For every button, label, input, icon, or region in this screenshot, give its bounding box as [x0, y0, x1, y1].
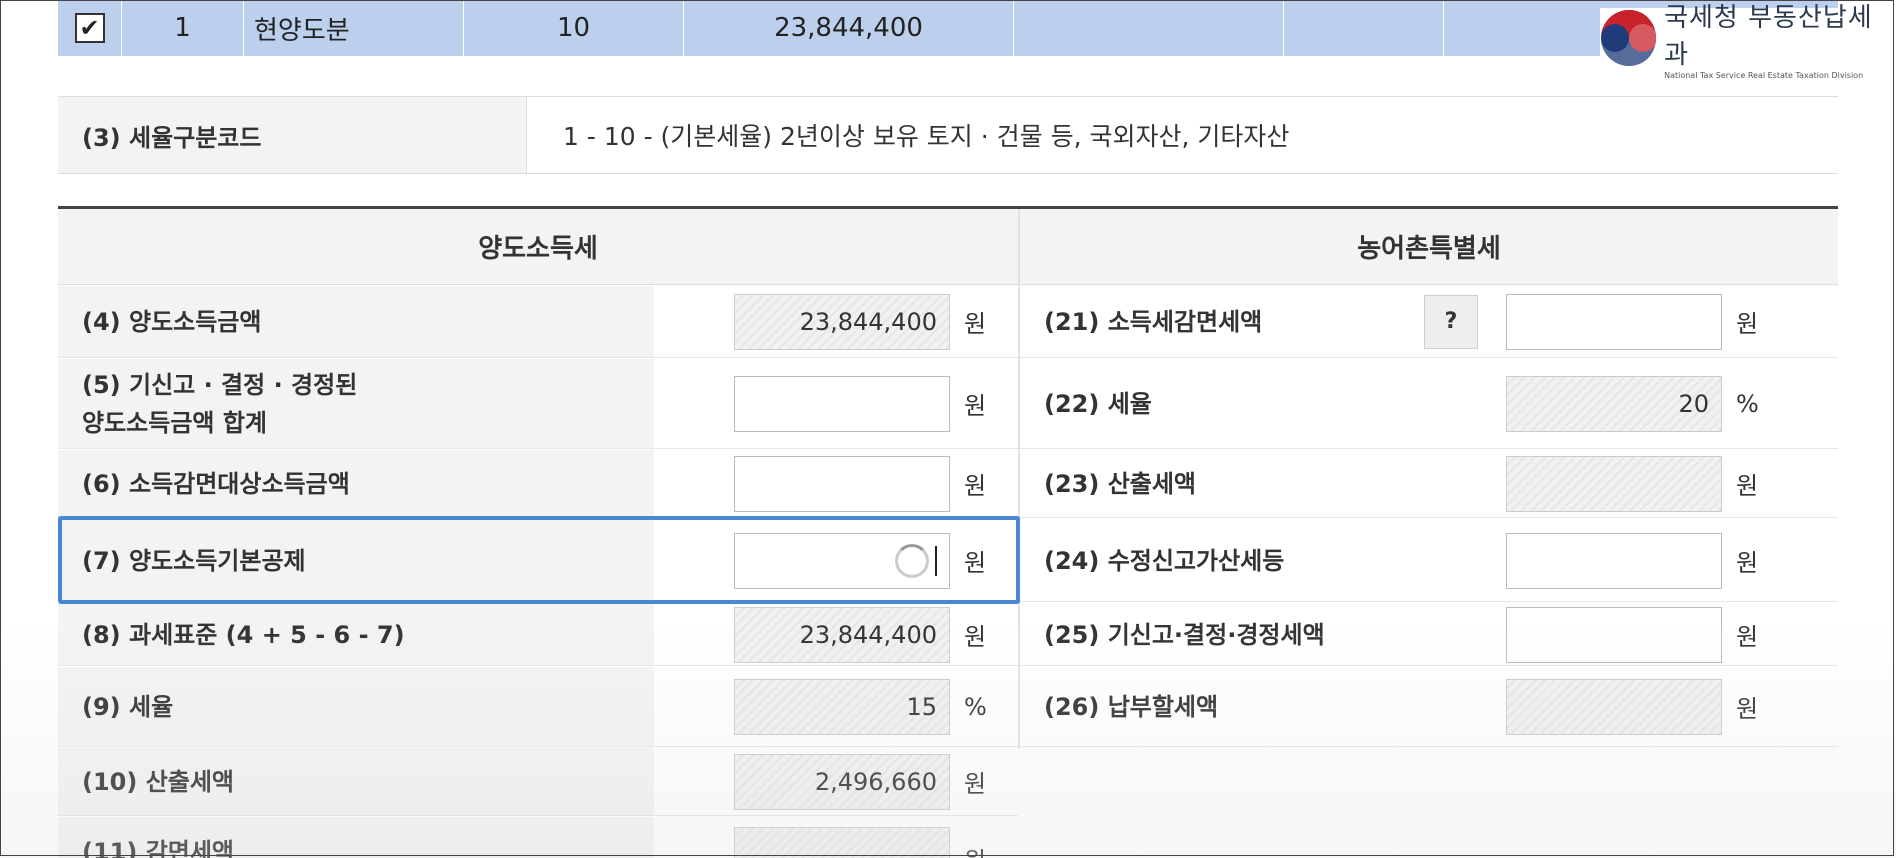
previous-tax-input[interactable]	[1506, 606, 1722, 663]
row-calculated-tax: (10) 산출세액 2,496,660 원	[58, 748, 1018, 816]
row-tax-rate: (9) 세율 15 %	[58, 667, 1018, 747]
help-button[interactable]: ?	[1424, 294, 1478, 349]
focused-row-highlight	[58, 516, 1020, 604]
gain-amount-field: 23,844,400	[734, 293, 950, 350]
row-name: 현양도분	[244, 0, 464, 56]
row-income-tax-reduction: (21) 소득세감면세액 ? 원	[1020, 286, 1838, 358]
field-label: (26) 납부할세액	[1020, 667, 1506, 746]
header-capital-gains-tax: 양도소득세	[58, 209, 1018, 285]
unit-label: %	[964, 692, 987, 721]
field-label: (21) 소득세감면세액	[1020, 286, 1424, 357]
unit-label: 원	[964, 841, 986, 858]
row-rural-tax-rate: (22) 세율 20 %	[1020, 359, 1838, 449]
tax-rate-field: 15	[734, 678, 950, 735]
row-empty-cell	[1014, 0, 1284, 56]
field-label: (22) 세율	[1020, 359, 1506, 448]
field-label: (23) 산출세액	[1020, 450, 1506, 517]
unit-label: 원	[964, 770, 987, 798]
calculated-tax-field: 2,496,660	[734, 753, 950, 810]
field-label: (4) 양도소득금액	[58, 286, 654, 357]
tax-class-value: 1 - 10 - (기본세율) 2년이상 보유 토지 · 건물 등, 국외자산,…	[563, 122, 1290, 151]
field-label: (10) 산출세액	[58, 748, 654, 815]
field-label: (6) 소득감면대상소득금액	[58, 450, 654, 517]
unit-label: 원	[964, 472, 987, 500]
row-gain-amount: (4) 양도소득금액 23,844,400 원	[58, 286, 1018, 358]
field-label: (24) 수정신고가산세등	[1020, 520, 1506, 601]
checkmark-icon: ✔	[79, 14, 100, 42]
previous-gain-total-input[interactable]	[734, 375, 950, 432]
row-amended-penalty: (24) 수정신고가산세등 원	[1020, 520, 1838, 602]
amended-penalty-input[interactable]	[1506, 532, 1722, 589]
tax-class-row: (3) 세율구분코드 1 - 10 - (기본세율) 2년이상 보유 토지 · …	[58, 96, 1838, 174]
reduced-tax-field	[734, 827, 950, 858]
row-checkbox-cell[interactable]: ✔	[58, 0, 122, 56]
row-reduction-target-income: (6) 소득감면대상소득금액 원	[58, 450, 1018, 518]
unit-label: 원	[1736, 472, 1759, 500]
taegeuk-logo-icon	[1600, 9, 1657, 67]
row-rural-calculated-tax: (23) 산출세액 원	[1020, 450, 1838, 518]
row-tax-base: (8) 과세표준 (4 + 5 - 6 - 7) 23,844,400 원	[58, 604, 1018, 666]
unit-label: 원	[1736, 549, 1759, 577]
nts-logo: 국세청 부동산납세과 National Tax Service Real Est…	[1600, 3, 1890, 80]
tax-class-label: (3) 세율구분코드	[58, 97, 527, 173]
field-label: (5) 기신고 · 결정 · 경정된 양도소득금액 합계	[58, 359, 654, 448]
logo-subtitle: National Tax Service Real Estate Taxatio…	[1664, 70, 1864, 80]
selected-table-row[interactable]: ✔ 1 현양도분 10 23,844,400	[58, 0, 1838, 56]
logo-title: 국세청 부동산납세과	[1664, 2, 1873, 70]
unit-label: 원	[964, 392, 987, 420]
unit-label: 원	[1736, 623, 1759, 651]
row-empty-cell	[1284, 0, 1444, 56]
row-previous-gain-total: (5) 기신고 · 결정 · 경정된 양도소득금액 합계 원	[58, 359, 1018, 449]
row-code: 10	[464, 0, 684, 56]
header-rural-special-tax: 농어촌특별세	[1020, 209, 1838, 285]
field-label: (25) 기신고·결정·경정세액	[1020, 604, 1506, 665]
unit-label: 원	[964, 623, 987, 651]
field-label-line1: (5) 기신고 · 결정 · 경정된	[82, 370, 358, 399]
row-tax-payable: (26) 납부할세액 원	[1020, 667, 1838, 747]
tax-base-field: 23,844,400	[734, 606, 950, 663]
field-label: (11) 감면세액	[58, 817, 654, 858]
tax-payable-field	[1506, 678, 1722, 735]
income-tax-reduction-input[interactable]	[1506, 293, 1722, 350]
unit-label: 원	[964, 310, 987, 338]
rural-calculated-tax-field	[1506, 455, 1722, 512]
unit-label: 원	[1736, 310, 1759, 338]
field-label-line2: 양도소득금액 합계	[82, 408, 267, 437]
row-amount: 23,844,400	[684, 0, 1014, 56]
field-label: (9) 세율	[58, 667, 654, 746]
rural-tax-rate-field: 20	[1506, 375, 1722, 432]
row-previous-tax: (25) 기신고·결정·경정세액 원	[1020, 604, 1838, 666]
row-index: 1	[122, 0, 244, 56]
reduction-target-income-input[interactable]	[734, 455, 950, 512]
row-checkbox[interactable]: ✔	[74, 13, 105, 43]
field-label: (8) 과세표준 (4 + 5 - 6 - 7)	[58, 604, 654, 665]
unit-label: 원	[1736, 695, 1759, 723]
unit-label: %	[1736, 389, 1759, 418]
row-reduced-tax: (11) 감면세액 원	[58, 817, 1018, 858]
